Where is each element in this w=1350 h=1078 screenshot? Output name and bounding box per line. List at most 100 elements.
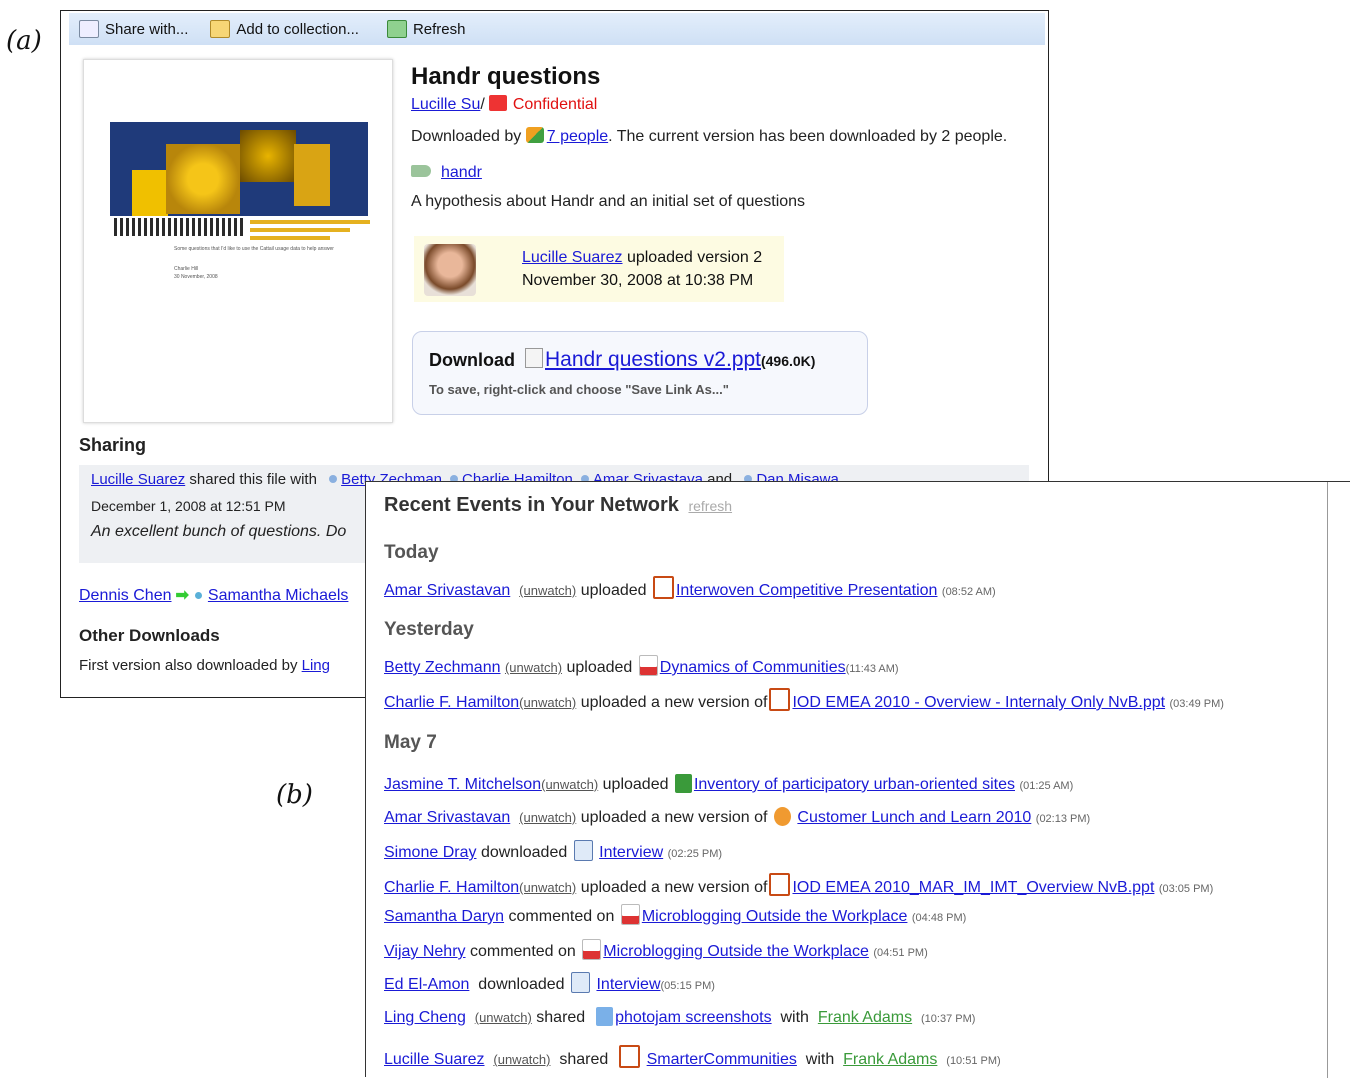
add-to-collection-button[interactable]: Add to collection... bbox=[210, 20, 359, 38]
download-box: Download Handr questions v2.ppt(496.0K) T… bbox=[412, 331, 868, 415]
event-user-link[interactable]: Jasmine T. Mitchelson bbox=[384, 776, 541, 793]
unwatch-link[interactable]: (unwatch) bbox=[519, 583, 576, 598]
confidential-label: Confidential bbox=[512, 96, 598, 113]
event-time: (10:37 PM) bbox=[921, 1013, 976, 1025]
refresh-icon bbox=[386, 20, 407, 38]
slide-bar bbox=[250, 228, 350, 232]
event-row: Vijay Nehry commented on Microblogging O… bbox=[384, 939, 928, 961]
event-file-link[interactable]: IOD EMEA 2010_MAR_IM_IMT_Overview NvB.pp… bbox=[792, 879, 1154, 896]
owner-separator: / bbox=[480, 96, 485, 113]
tag-icon bbox=[411, 165, 431, 177]
share-with-button[interactable]: Share with... bbox=[79, 20, 188, 38]
arrow-right-icon: ➡ bbox=[175, 587, 189, 604]
audio-file-icon bbox=[573, 840, 593, 861]
event-file-link[interactable]: Interview bbox=[599, 844, 663, 861]
share-target-link[interactable]: Frank Adams bbox=[818, 1009, 912, 1026]
share-target-link[interactable]: Frank Adams bbox=[843, 1051, 937, 1068]
event-file-link[interactable]: Microblogging Outside the Workplace bbox=[642, 908, 908, 925]
recent-events-heading: Recent Events in Your Network bbox=[384, 494, 679, 516]
unwatch-link[interactable]: (unwatch) bbox=[519, 810, 576, 825]
event-file-link[interactable]: Dynamics of Communities bbox=[660, 659, 846, 676]
unwatch-link[interactable]: (unwatch) bbox=[493, 1052, 550, 1067]
forward-from-link[interactable]: Dennis Chen bbox=[79, 587, 172, 604]
event-file-link[interactable]: SmarterCommunities bbox=[647, 1051, 797, 1068]
event-time: (02:13 PM) bbox=[1035, 813, 1091, 825]
figure-label-b: (b) bbox=[276, 780, 313, 810]
presentation-icon bbox=[769, 873, 791, 896]
event-user-link[interactable]: Charlie F. Hamilton bbox=[384, 879, 519, 896]
day-heading: May 7 bbox=[384, 732, 437, 753]
recent-events-title: Recent Events in Your Network refresh bbox=[384, 494, 732, 517]
spreadsheet-icon bbox=[674, 774, 692, 793]
sunflower-image bbox=[132, 170, 168, 216]
owner-link[interactable]: Lucille Su bbox=[411, 96, 480, 113]
upload-action: uploaded version 2 bbox=[622, 249, 763, 266]
event-row: Ed El-Amon downloaded Interview(05:15 PM… bbox=[384, 972, 715, 994]
file-size: (496.0K) bbox=[760, 353, 816, 369]
event-file-link[interactable]: IOD EMEA 2010 - Overview - Internaly Onl… bbox=[792, 694, 1165, 711]
uploader-link[interactable]: Lucille Suarez bbox=[522, 249, 623, 266]
event-user-link[interactable]: Ling Cheng bbox=[384, 1009, 466, 1026]
event-user-link[interactable]: Simone Dray bbox=[384, 844, 476, 861]
event-file-link[interactable]: Microblogging Outside the Workplace bbox=[603, 943, 869, 960]
avatar[interactable] bbox=[424, 244, 476, 296]
with-text: with bbox=[780, 1009, 809, 1026]
download-hint: To save, right-click and choose "Save Li… bbox=[429, 382, 729, 397]
unwatch-link[interactable]: (unwatch) bbox=[475, 1010, 532, 1025]
event-row: Simone Dray downloaded Interview (02:25 … bbox=[384, 840, 722, 862]
event-user-link[interactable]: Amar Srivastavan bbox=[384, 582, 510, 599]
event-file-link[interactable]: Interwoven Competitive Presentation bbox=[676, 582, 937, 599]
event-user-link[interactable]: Lucille Suarez bbox=[384, 1051, 485, 1068]
event-user-link[interactable]: Samantha Daryn bbox=[384, 908, 504, 925]
event-action: uploaded bbox=[602, 776, 669, 793]
folder-icon bbox=[210, 20, 231, 38]
slide-text: Some questions that I'd like to use the … bbox=[174, 246, 334, 252]
event-user-link[interactable]: Betty Zechmann bbox=[384, 659, 501, 676]
forward-to-link[interactable]: Samantha Michaels bbox=[208, 587, 349, 604]
confidential-icon bbox=[488, 95, 507, 111]
figure-label-a: (a) bbox=[6, 26, 42, 56]
slide-author: Charlie Hill bbox=[174, 266, 199, 272]
event-action: uploaded a new version of bbox=[580, 694, 768, 711]
event-user-link[interactable]: Charlie F. Hamilton bbox=[384, 694, 519, 711]
sunflower-image bbox=[294, 144, 330, 206]
event-action: uploaded a new version of bbox=[580, 809, 768, 826]
other-downloads-row: First version also downloaded by Ling bbox=[79, 657, 330, 674]
event-action: shared bbox=[559, 1051, 609, 1068]
download-file-link[interactable]: Handr questions v2.ppt bbox=[545, 348, 761, 371]
event-user-link[interactable]: Ed El-Amon bbox=[384, 976, 469, 993]
other-downloader-link[interactable]: Ling bbox=[302, 657, 330, 674]
sharer-link[interactable]: Lucille Suarez bbox=[91, 471, 185, 488]
slide-bar bbox=[250, 236, 330, 240]
event-user-link[interactable]: Vijay Nehry bbox=[384, 943, 466, 960]
presentation-icon bbox=[652, 576, 674, 599]
unwatch-link[interactable]: (unwatch) bbox=[505, 660, 562, 675]
event-file-link[interactable]: photojam screenshots bbox=[615, 1009, 772, 1026]
event-action: uploaded bbox=[566, 659, 633, 676]
download-count-row: Downloaded by 7 people. The current vers… bbox=[411, 127, 1007, 146]
events-refresh-link[interactable]: refresh bbox=[688, 498, 732, 514]
unwatch-link[interactable]: (unwatch) bbox=[519, 880, 576, 895]
event-user-link[interactable]: Amar Srivastavan bbox=[384, 809, 510, 826]
document-description: A hypothesis about Handr and an initial … bbox=[411, 193, 806, 210]
event-time: (10:51 PM) bbox=[946, 1055, 1001, 1067]
downloaders-link[interactable]: 7 people bbox=[547, 128, 608, 145]
event-row: Charlie F. Hamilton(unwatch) uploaded a … bbox=[384, 873, 1213, 897]
event-action: uploaded bbox=[580, 582, 647, 599]
refresh-button[interactable]: Refresh bbox=[386, 20, 465, 38]
tag-link[interactable]: handr bbox=[441, 164, 482, 181]
event-file-link[interactable]: Customer Lunch and Learn 2010 bbox=[797, 809, 1031, 826]
event-row: Ling Cheng (unwatch) shared photojam scr… bbox=[384, 1007, 975, 1027]
event-row: Betty Zechmann (unwatch) uploaded Dynami… bbox=[384, 655, 899, 677]
people-icon bbox=[525, 127, 544, 143]
other-downloads-text: First version also downloaded by bbox=[79, 657, 302, 674]
event-file-link[interactable]: Interview bbox=[596, 976, 660, 993]
slide-thumbnail[interactable]: Some questions that I'd like to use the … bbox=[83, 59, 393, 423]
with-text: with bbox=[805, 1051, 835, 1068]
unwatch-link[interactable]: (unwatch) bbox=[541, 777, 598, 792]
person-icon bbox=[329, 475, 338, 483]
event-row: Samantha Daryn commented on Microbloggin… bbox=[384, 904, 966, 926]
unwatch-link[interactable]: (unwatch) bbox=[519, 695, 576, 710]
event-file-link[interactable]: Inventory of participatory urban-oriente… bbox=[694, 776, 1015, 793]
sunflower-image bbox=[240, 130, 296, 182]
